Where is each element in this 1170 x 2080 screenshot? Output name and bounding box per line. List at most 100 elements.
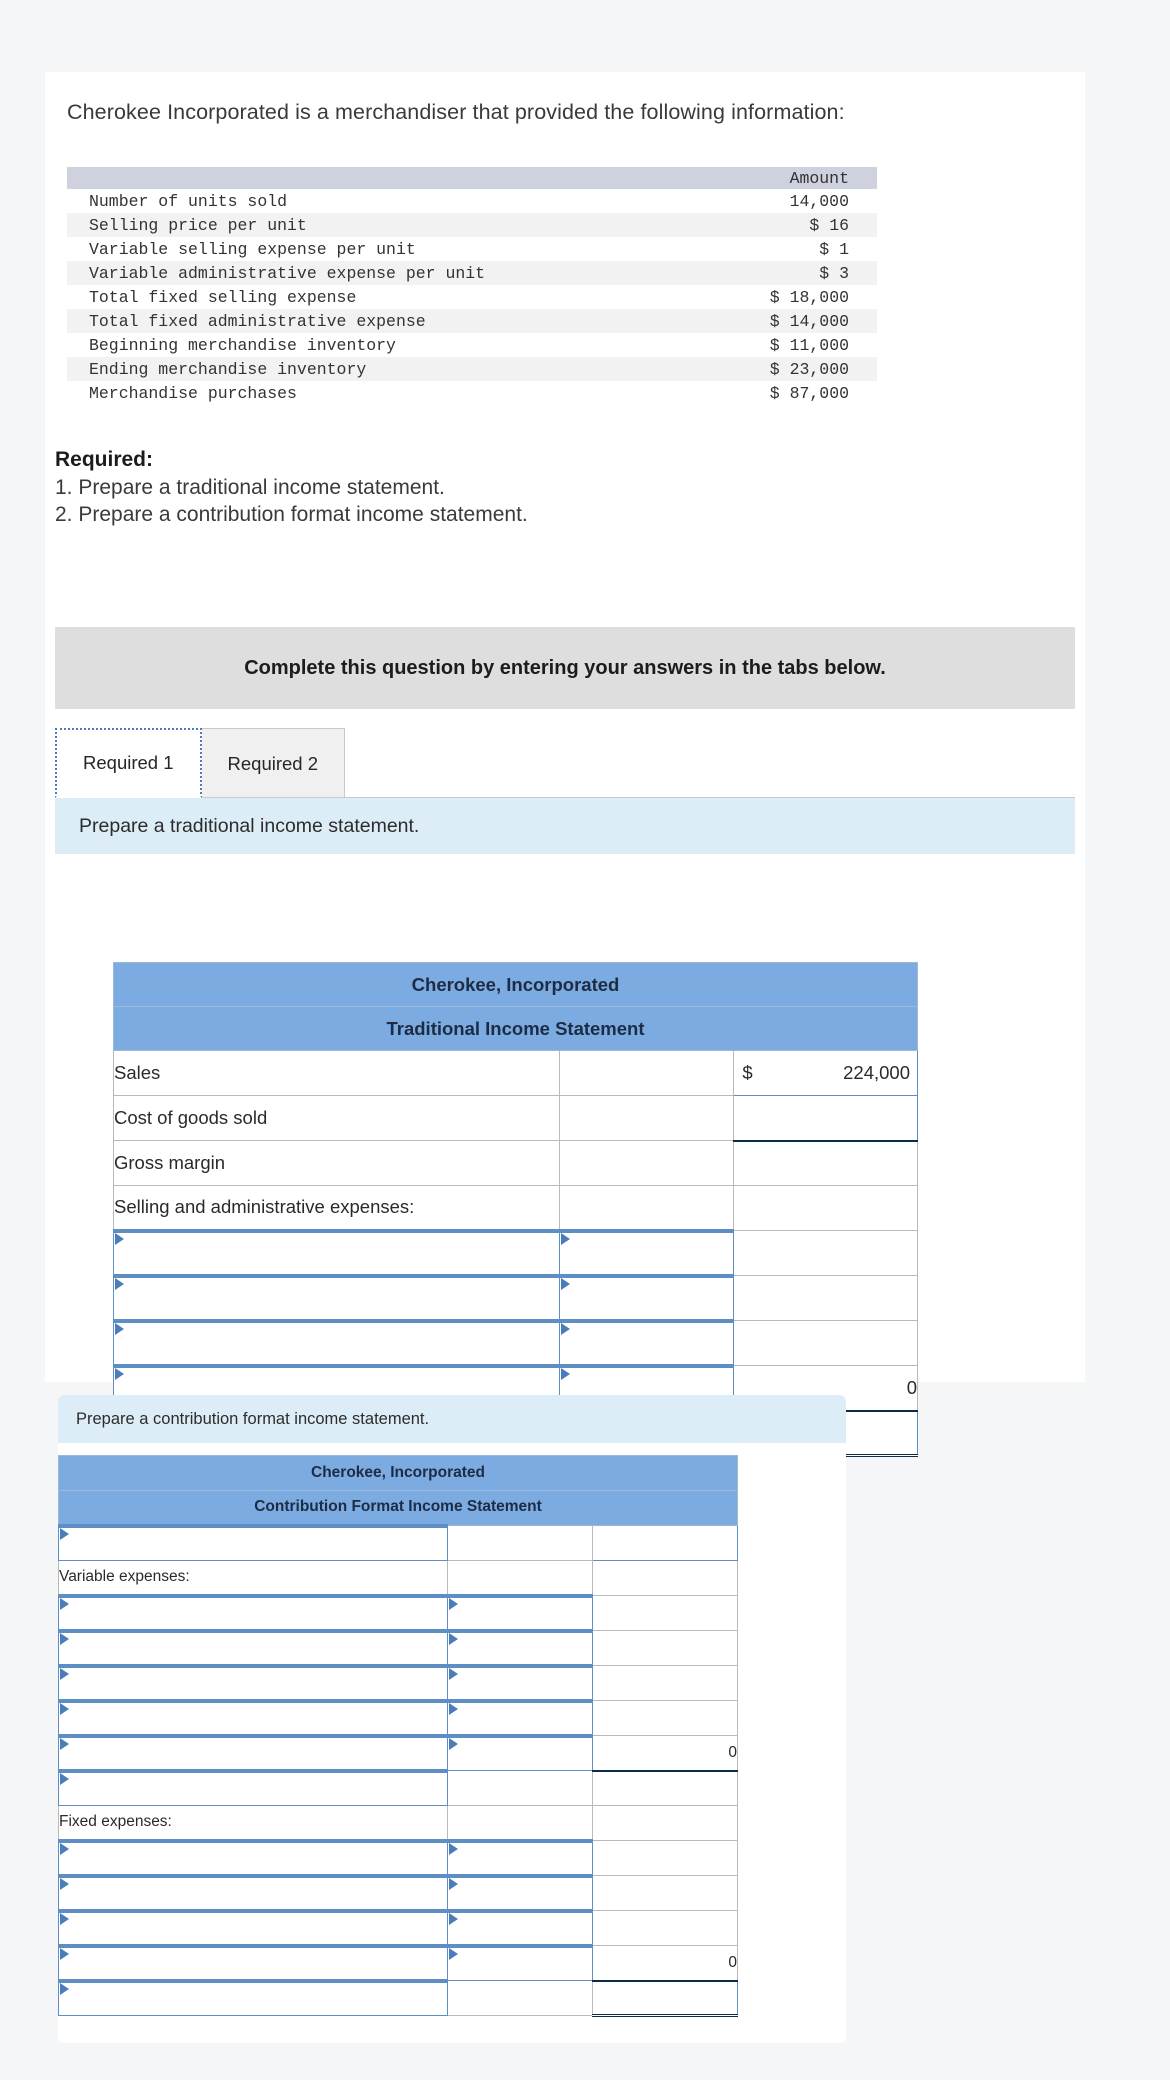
tab-required-2[interactable]: Required 2	[200, 728, 346, 798]
amount-cell-right[interactable]	[733, 1139, 918, 1186]
amount-cell-mid[interactable]	[446, 1980, 593, 2016]
amount-cell-right[interactable]	[733, 1275, 918, 1321]
amount-input-mid[interactable]	[446, 1873, 593, 1911]
data-table-row: Merchandise purchases $ 87,000	[67, 381, 877, 405]
amount-cell-right[interactable]	[591, 1700, 739, 1736]
statement-row	[58, 1768, 739, 1806]
amount-cell-right[interactable]	[591, 1769, 739, 1806]
statement2-company-name: Cherokee, Incorporated	[58, 1455, 738, 1491]
data-table-row: Number of units sold 14,000	[67, 189, 877, 213]
account-dropdown[interactable]	[58, 1768, 448, 1806]
amount-cell-right[interactable]	[591, 1910, 739, 1946]
statement1-instruction-text: Prepare a traditional income statement.	[79, 814, 420, 837]
amount-cell-right[interactable]	[733, 1230, 918, 1276]
amount-input-mid[interactable]	[558, 1318, 735, 1366]
statement-row	[58, 1628, 739, 1666]
amount-input-mid[interactable]	[446, 1943, 593, 1981]
data-table-row: Ending merchandise inventory $ 23,000	[67, 357, 877, 381]
currency-symbol: $	[742, 1062, 753, 1083]
account-dropdown[interactable]	[58, 1663, 448, 1701]
amount-cell-right[interactable]	[591, 1805, 739, 1841]
required-item-2: 2. Prepare a contribution format income …	[55, 503, 528, 527]
tab-required-1[interactable]: Required 1	[55, 728, 202, 798]
amount-input-mid[interactable]	[446, 1908, 593, 1946]
account-dropdown[interactable]	[58, 1733, 448, 1771]
amount-cell-right[interactable]	[591, 1595, 739, 1631]
amount-cell-right[interactable]	[591, 1979, 739, 2017]
account-dropdown[interactable]	[58, 1873, 448, 1911]
amount-cell-right[interactable]: 0	[591, 1945, 739, 1981]
tab-label: Required 1	[83, 752, 174, 773]
amount-cell-right[interactable]	[733, 1095, 918, 1141]
statement1-company-name: Cherokee, Incorporated	[113, 962, 918, 1007]
page-root: Cherokee Incorporated is a merchandiser …	[0, 0, 1170, 2080]
statement-row: Sales $224,000	[113, 1050, 918, 1096]
account-dropdown[interactable]	[113, 1228, 560, 1276]
statement1-subtitle-row: Traditional Income Statement	[113, 1006, 918, 1051]
amount-cell-right[interactable]	[733, 1185, 918, 1231]
data-row-value: $ 87,000	[769, 383, 849, 403]
statement-row	[58, 1838, 739, 1876]
statement-row	[58, 1663, 739, 1701]
account-label: Variable expenses:	[58, 1560, 448, 1596]
data-row-label: Total fixed selling expense	[89, 287, 357, 307]
data-row-value: $ 14,000	[706, 309, 877, 333]
amount-cell-mid[interactable]	[558, 1140, 735, 1186]
amount-cell-right[interactable]	[733, 1320, 918, 1366]
amount-cell-right[interactable]	[591, 1665, 739, 1701]
instructions-banner-text: Complete this question by entering your …	[244, 656, 886, 679]
amount-cell-right[interactable]: $224,000	[733, 1050, 918, 1096]
data-table-row: Selling price per unit $ 16	[67, 213, 877, 237]
account-dropdown[interactable]	[58, 1698, 448, 1736]
account-label: Sales	[113, 1050, 560, 1096]
amount-cell-mid[interactable]	[558, 1050, 735, 1096]
data-table-row: Total fixed administrative expense $ 14,0…	[67, 309, 877, 333]
statement2-instruction-bar: Prepare a contribution format income sta…	[58, 1395, 846, 1443]
amount-input-mid[interactable]	[558, 1273, 735, 1321]
amount-input-mid[interactable]	[446, 1663, 593, 1701]
statement1-subtitle: Traditional Income Statement	[113, 1006, 918, 1051]
data-row-value: $ 11,000	[769, 335, 849, 355]
statement2-instruction-text: Prepare a contribution format income sta…	[76, 1409, 430, 1428]
amount-cell-right[interactable]: 0	[591, 1735, 739, 1771]
account-dropdown[interactable]	[113, 1273, 560, 1321]
account-dropdown[interactable]	[58, 1593, 448, 1631]
account-dropdown[interactable]	[58, 1838, 448, 1876]
data-row-value: $ 1	[819, 239, 849, 259]
amount-cell-mid[interactable]	[558, 1095, 735, 1141]
data-table-row: Variable selling expense per unit $ 1	[67, 237, 877, 261]
data-row-label: Merchandise purchases	[89, 383, 297, 403]
amount-input-mid[interactable]	[446, 1593, 593, 1631]
account-dropdown[interactable]	[58, 1908, 448, 1946]
amount-input-mid[interactable]	[446, 1698, 593, 1736]
amount-input-mid[interactable]	[446, 1838, 593, 1876]
amount-input-mid[interactable]	[446, 1628, 593, 1666]
amount-input-mid[interactable]	[446, 1733, 593, 1771]
amount-input-mid[interactable]	[558, 1228, 735, 1276]
amount-cell-mid[interactable]	[446, 1525, 593, 1561]
question-intro: Cherokee Incorporated is a merchandiser …	[67, 100, 845, 124]
account-dropdown[interactable]	[58, 1978, 448, 2016]
statement1-instruction-bar: Prepare a traditional income statement.	[55, 798, 1075, 854]
statement-row: Gross margin	[113, 1139, 918, 1186]
amount-cell-right[interactable]	[591, 1630, 739, 1666]
statement1-company-row: Cherokee, Incorporated	[113, 962, 918, 1007]
account-label: Fixed expenses:	[58, 1805, 448, 1841]
data-row-label: Variable selling expense per unit	[89, 239, 416, 259]
account-dropdown[interactable]	[58, 1628, 448, 1666]
amount-cell-right[interactable]	[591, 1875, 739, 1911]
account-dropdown[interactable]	[113, 1318, 560, 1366]
statement-row: Cost of goods sold	[113, 1095, 918, 1141]
amount-cell-mid[interactable]	[446, 1805, 593, 1841]
account-dropdown[interactable]	[58, 1523, 448, 1561]
amount-cell-mid[interactable]	[558, 1185, 735, 1231]
amount-value: 224,000	[843, 1062, 910, 1083]
statement-row	[58, 1908, 739, 1946]
amount-cell-right[interactable]	[591, 1525, 739, 1561]
amount-cell-mid[interactable]	[446, 1560, 593, 1596]
amount-cell-right[interactable]	[591, 1840, 739, 1876]
amount-cell-mid[interactable]	[446, 1770, 593, 1806]
amount-cell-right[interactable]	[591, 1560, 739, 1596]
statement-row	[58, 1523, 739, 1561]
account-dropdown[interactable]	[58, 1943, 448, 1981]
